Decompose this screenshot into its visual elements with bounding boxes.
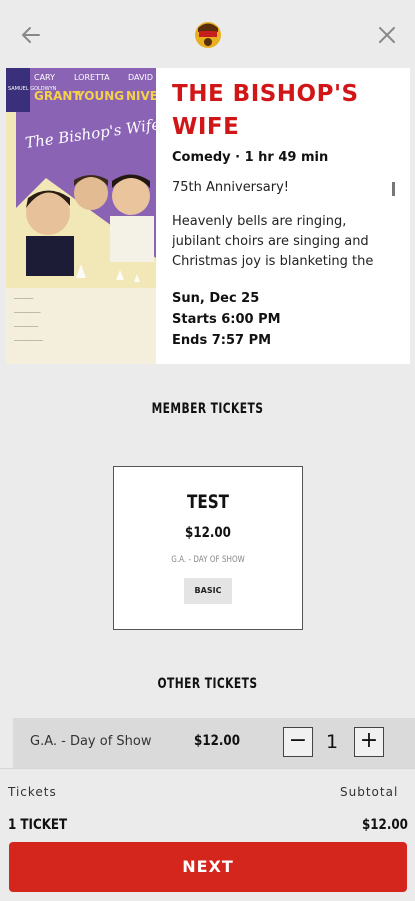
quantity-value: 1 — [326, 731, 339, 753]
member-ticket-badge: BASIC — [184, 578, 232, 604]
member-ticket-type: G.A. - DAY OF SHOW — [171, 555, 245, 565]
subtotal-label: Subtotal — [340, 785, 399, 799]
poster-billing-2: LORETTA — [74, 73, 110, 82]
poster-side-text: SAMUEL GOLDWYN — [8, 86, 57, 92]
top-bar — [0, 0, 415, 68]
ticket-row-name: G.A. - Day of Show — [30, 734, 152, 749]
description-line-1: 75th Anniversary! — [172, 180, 290, 195]
movie-description[interactable]: 75th Anniversary! Heavenly bells are rin… — [172, 178, 394, 282]
poster-billing-1: CARY — [34, 73, 55, 82]
poster-billing-3: DAVID — [128, 73, 153, 82]
svg-text:────────: ──────── — [13, 296, 34, 301]
member-ticket-card[interactable]: TEST $12.00 G.A. - DAY OF SHOW BASIC — [113, 466, 303, 630]
subtotal-value: $12.00 — [362, 817, 408, 833]
svg-text:───────────: ─────────── — [13, 310, 41, 315]
movie-card: CARY LORETTA DAVID GRANT YOUNG NIVEN SAM… — [6, 68, 410, 364]
ticket-row: G.A. - Day of Show $12.00 − 1 + — [13, 718, 415, 768]
ticket-count: 1 TICKET — [8, 817, 68, 833]
checkout-footer: Tickets Subtotal 1 TICKET $12.00 NEXT — [0, 768, 415, 901]
description-line-2: Heavenly bells are ringing, jubilant cho… — [172, 214, 374, 269]
back-button[interactable] — [18, 22, 44, 48]
quantity-decrease-button[interactable]: − — [283, 727, 313, 757]
theater-logo — [193, 18, 223, 50]
other-tickets-heading: OTHER TICKETS — [157, 676, 258, 692]
movie-meta: Comedy · 1 hr 49 min — [172, 150, 329, 165]
member-tickets-heading: MEMBER TICKETS — [151, 401, 264, 417]
movie-poster: CARY LORETTA DAVID GRANT YOUNG NIVEN SAM… — [6, 68, 156, 364]
member-ticket-price: $12.00 — [185, 525, 231, 541]
close-button[interactable] — [374, 22, 400, 48]
show-date: Sun, Dec 25 — [172, 291, 260, 306]
poster-name-3: NIVEN — [126, 89, 156, 103]
close-icon — [379, 27, 395, 43]
arrow-left-icon — [22, 27, 40, 43]
show-end: Ends 7:57 PM — [172, 333, 272, 348]
description-scrollbar[interactable] — [392, 182, 395, 196]
poster-name-2: YOUNG — [75, 89, 124, 103]
next-button[interactable]: NEXT — [9, 842, 407, 892]
movie-title: THE BISHOP'S WIFE — [172, 81, 359, 140]
member-ticket-name: TEST — [186, 491, 230, 513]
svg-text:──────────: ────────── — [13, 324, 39, 329]
showtime-info: Sun, Dec 25 Starts 6:00 PM Ends 7:57 PM — [172, 288, 281, 351]
tickets-label: Tickets — [8, 785, 57, 799]
show-start: Starts 6:00 PM — [172, 312, 281, 327]
ticket-row-price: $12.00 — [194, 733, 240, 749]
movie-info: THE BISHOP'S WIFE Comedy · 1 hr 49 min — [172, 78, 402, 165]
svg-text:────────────: ──────────── — [13, 338, 43, 343]
quantity-increase-button[interactable]: + — [354, 727, 384, 757]
